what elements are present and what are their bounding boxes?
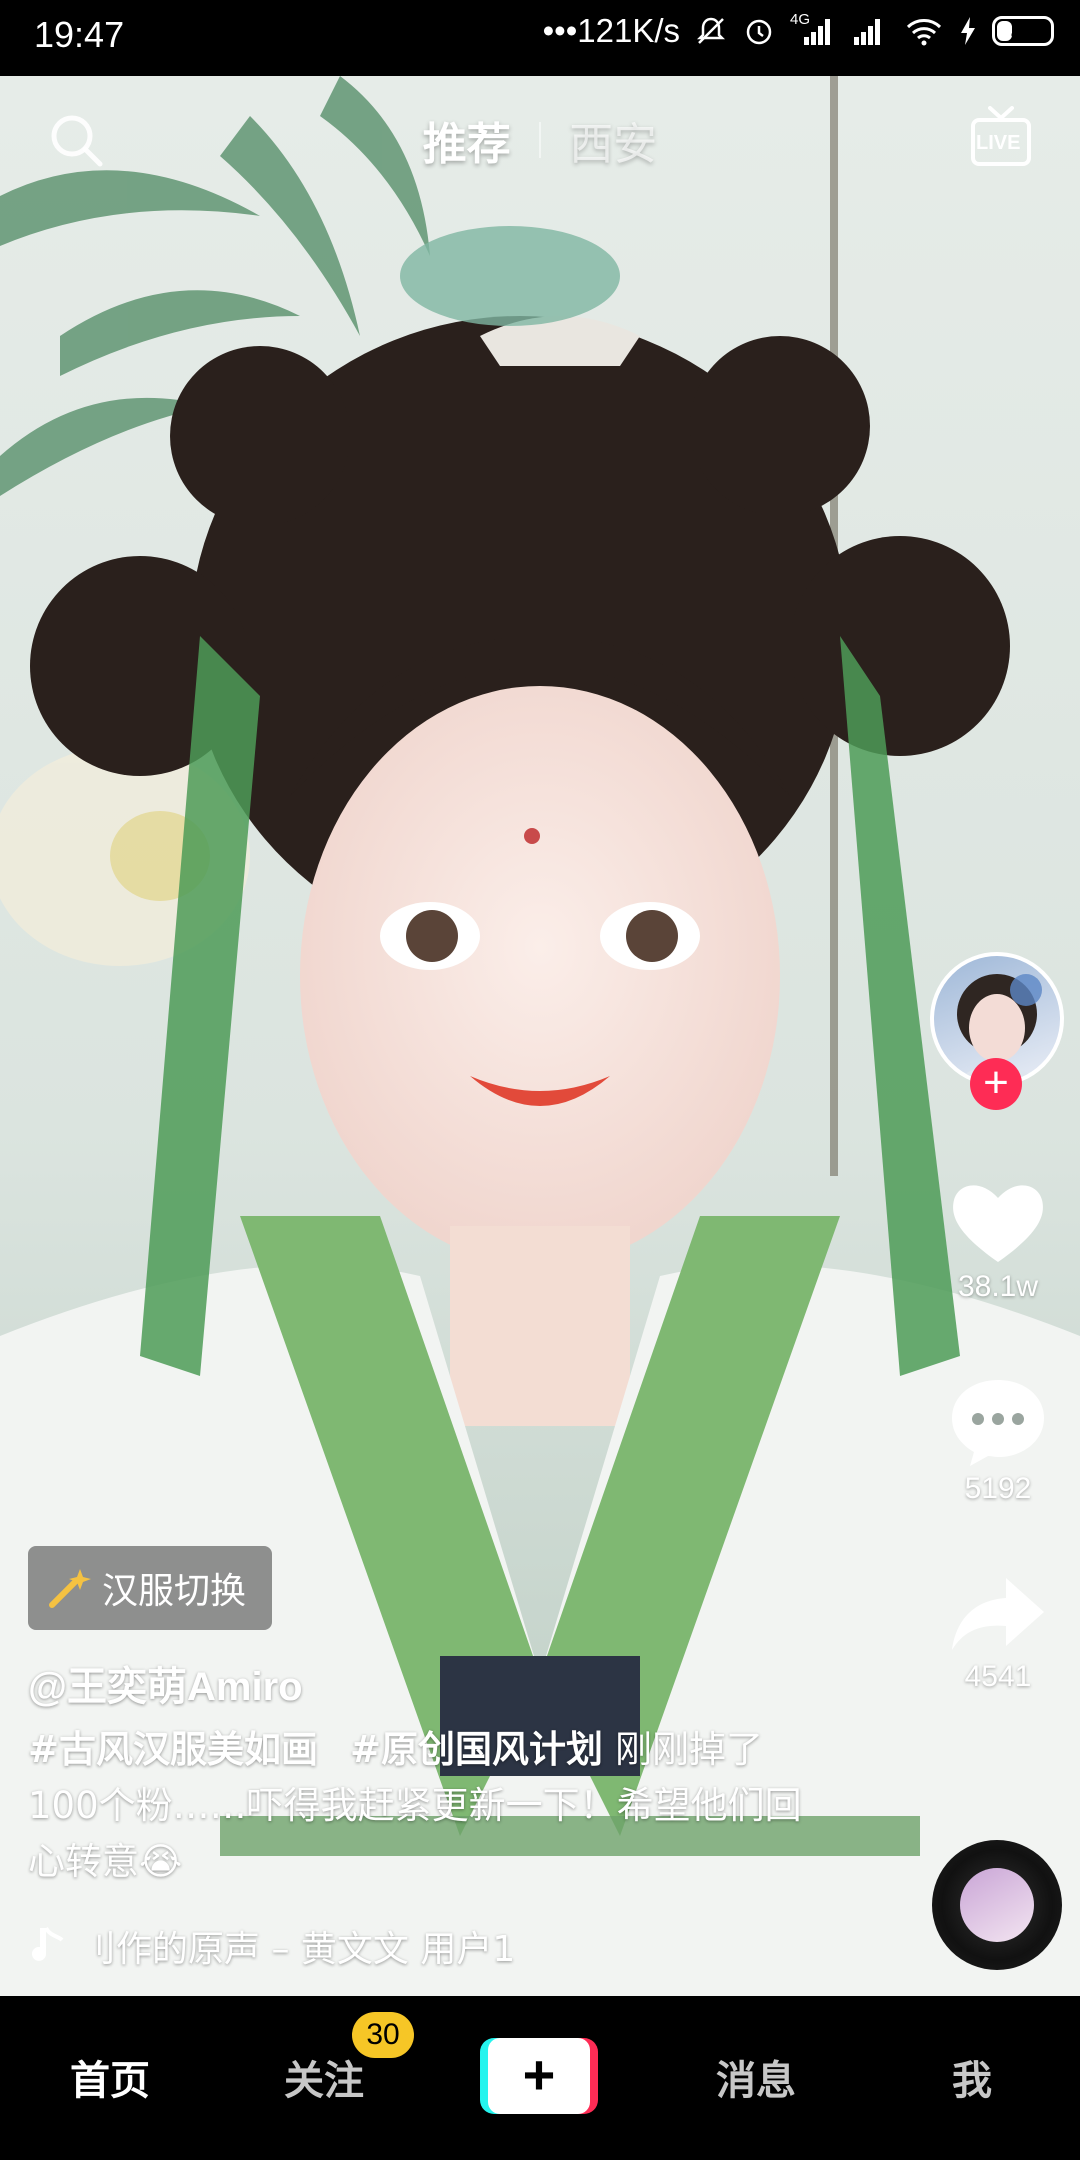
share-action[interactable]: 4541 <box>940 1572 1056 1694</box>
charging-icon <box>958 15 978 47</box>
share-count: 4541 <box>964 1660 1032 1693</box>
feed-tabs: 推荐 西安 <box>0 108 1080 172</box>
wifi-icon <box>904 15 944 47</box>
status-time: 19:47 <box>34 14 125 55</box>
nav-me[interactable]: 我 <box>892 2048 1052 2106</box>
nav-home[interactable]: 首页 <box>30 2048 190 2106</box>
music-title: 刂作的原声 – 黄文文 用户1 <box>80 1929 516 1970</box>
hashtag-link[interactable]: #原创国风计划 <box>350 1728 603 1771</box>
create-button[interactable]: + <box>480 2038 598 2114</box>
comment-count: 5192 <box>964 1472 1032 1505</box>
comment-action[interactable]: 5192 <box>940 1376 1056 1506</box>
battery-icon: 29 <box>992 16 1054 46</box>
mute-icon <box>694 14 728 48</box>
music-cover <box>960 1868 1034 1942</box>
like-count: 38.1w <box>957 1270 1039 1303</box>
music-disc[interactable] <box>932 1840 1062 1970</box>
like-action[interactable]: 38.1w <box>940 1176 1056 1304</box>
effect-tag[interactable]: 汉服切换 <box>28 1546 273 1630</box>
nav-messages[interactable]: 消息 <box>676 2048 836 2106</box>
comment-icon <box>952 1380 1044 1466</box>
music-ticker[interactable]: 刂作的原声 – 黄文文 用户1 <box>28 1918 548 1974</box>
signal-4g-icon: 4G <box>790 11 836 47</box>
follow-button[interactable]: + <box>970 1058 1022 1110</box>
share-arrow-icon <box>952 1578 1044 1650</box>
alarm-icon <box>742 14 776 48</box>
video-player[interactable]: 推荐 西安 LIVE + 38.1w 5192 4541 汉服切换 @王奕萌Am… <box>0 76 1080 1996</box>
bottom-nav: 首页 关注 30 + 消息 我 <box>0 1996 1080 2160</box>
network-speed: •••121K/s <box>542 12 680 49</box>
video-caption: #古风汉服美如画 #原创国风计划 刚刚掉了100个粉……吓得我赶紧更新一下！希望他们… <box>28 1722 808 1890</box>
following-badge: 30 <box>352 2012 414 2058</box>
tab-local-city[interactable]: 西安 <box>553 108 673 172</box>
heart-icon <box>953 1185 1043 1262</box>
status-icons: •••121K/s 4G 29 <box>542 11 1054 50</box>
live-label: LIVE <box>976 132 1021 154</box>
tab-divider <box>539 122 541 158</box>
effect-label: 汉服切换 <box>102 1571 247 1612</box>
plus-icon: + <box>488 2038 590 2114</box>
hashtag-link[interactable]: #古风汉服美如画 <box>28 1728 318 1771</box>
magic-wand-icon <box>49 1569 91 1608</box>
status-bar: 19:47 •••121K/s 4G 29 <box>0 0 1080 76</box>
tab-recommend[interactable]: 推荐 <box>407 108 527 172</box>
creator-username[interactable]: @王奕萌Amiro <box>28 1654 303 1712</box>
battery-level: 29 <box>1010 16 1036 41</box>
signal-icon <box>850 15 890 47</box>
live-button[interactable]: LIVE <box>970 104 1032 168</box>
network-type: 4G <box>790 11 811 28</box>
music-note-icon <box>32 1926 64 1961</box>
